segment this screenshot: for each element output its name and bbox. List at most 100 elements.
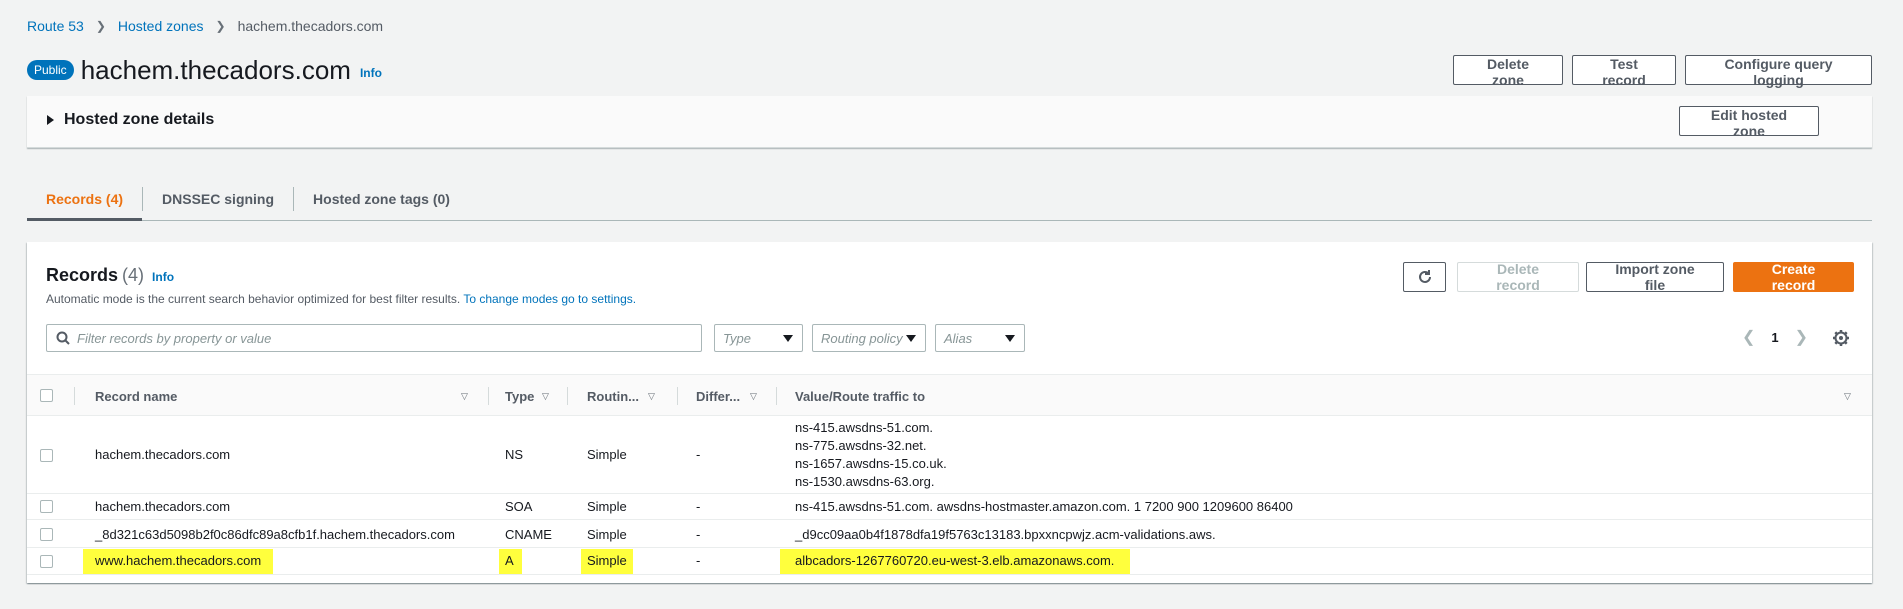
breadcrumb-current: hachem.thecadors.com xyxy=(237,18,384,34)
column-value[interactable]: Value/Route traffic to xyxy=(795,375,925,417)
column-routing[interactable]: Routin... xyxy=(587,375,639,417)
hosted-zone-details-panel: Hosted zone details Edit hosted zone xyxy=(27,96,1872,148)
records-title: Records xyxy=(46,265,119,285)
filter-box[interactable] xyxy=(46,324,702,352)
pagination: ❮ 1 ❯ xyxy=(1742,327,1808,347)
alias-select[interactable]: Alias xyxy=(935,324,1025,352)
records-description-text: Automatic mode is the current search beh… xyxy=(46,292,461,306)
tab-dnssec-label: DNSSEC signing xyxy=(162,190,275,207)
column-routing-label: Routin... xyxy=(587,388,639,404)
table-row[interactable]: hachem.thecadors.com NS Simple - ns-415.… xyxy=(27,417,1872,494)
table-header: Record name ▽ Type ▽ Routin... ▽ Differ.… xyxy=(27,374,1872,416)
record-routing: Simple xyxy=(581,549,633,574)
table-row[interactable]: www.hachem.thecadors.com A Simple - albc… xyxy=(27,549,1872,575)
record-value: ns-1530.awsdns-63.org. xyxy=(795,474,935,489)
previous-page-icon[interactable]: ❮ xyxy=(1742,327,1755,347)
column-divider xyxy=(567,387,568,405)
alias-select-label: Alias xyxy=(944,330,973,346)
record-name: www.hachem.thecadors.com xyxy=(83,549,274,574)
routing-select-label: Routing policy xyxy=(821,330,903,346)
search-icon xyxy=(56,331,70,345)
row-checkbox[interactable] xyxy=(40,500,53,513)
page-header: Public hachem.thecadors.com Info xyxy=(27,52,382,88)
tab-list: Records (4) DNSSEC signing Hosted zone t… xyxy=(27,178,1872,221)
configure-query-logging-button[interactable]: Configure query logging xyxy=(1685,55,1872,88)
table-row[interactable]: hachem.thecadors.com SOA Simple - ns-415… xyxy=(27,495,1872,520)
record-type: CNAME xyxy=(505,527,552,542)
sort-icon[interactable]: ▽ xyxy=(648,391,655,402)
breadcrumb-route53[interactable]: Route 53 xyxy=(27,18,84,34)
record-routing: Simple xyxy=(587,447,627,462)
next-page-icon[interactable]: ❯ xyxy=(1795,327,1808,347)
column-divider xyxy=(74,387,75,405)
public-badge: Public xyxy=(27,60,74,80)
tab-tags-label: Hosted zone tags (0) xyxy=(313,190,450,207)
column-type[interactable]: Type xyxy=(505,375,534,417)
record-routing: Simple xyxy=(587,499,627,514)
record-value: albcadors-1267760720.eu-west-3.elb.amazo… xyxy=(780,549,1131,574)
records-heading: Records (4) Info xyxy=(46,265,174,286)
chevron-right-icon: ❯ xyxy=(95,19,106,33)
record-value: ns-415.awsdns-51.com. awsdns-hostmaster.… xyxy=(795,499,1293,514)
type-select-label: Type xyxy=(723,330,751,346)
hosted-zone-details-title: Hosted zone details xyxy=(64,111,215,128)
caret-right-icon xyxy=(47,115,54,125)
record-differentiator: - xyxy=(696,447,701,462)
filter-input[interactable] xyxy=(77,330,677,346)
type-select[interactable]: Type xyxy=(714,324,803,352)
caret-down-icon xyxy=(906,335,916,342)
sort-icon[interactable]: ▽ xyxy=(750,391,757,402)
record-value: ns-1657.awsdns-15.co.uk. xyxy=(795,456,947,471)
refresh-icon xyxy=(1418,270,1431,283)
hosted-zone-details-toggle[interactable]: Hosted zone details xyxy=(47,111,214,129)
column-divider xyxy=(776,387,777,405)
sort-icon[interactable]: ▽ xyxy=(1844,391,1851,402)
column-record-name[interactable]: Record name xyxy=(95,375,177,417)
sort-icon[interactable]: ▽ xyxy=(542,391,549,402)
column-differentiator[interactable]: Differ... xyxy=(696,375,740,417)
routing-policy-select[interactable]: Routing policy xyxy=(812,324,926,352)
column-divider xyxy=(488,387,489,405)
settings-link[interactable]: To change modes go to settings. xyxy=(463,292,636,306)
gear-icon[interactable] xyxy=(1830,327,1852,349)
delete-zone-button[interactable]: Delete zone xyxy=(1453,55,1563,88)
record-name: hachem.thecadors.com xyxy=(95,499,231,514)
delete-record-button[interactable]: Delete record xyxy=(1457,261,1579,293)
edit-hosted-zone-button[interactable]: Edit hosted zone xyxy=(1679,106,1819,139)
record-value: ns-415.awsdns-51.com. xyxy=(795,420,934,435)
records-info-link[interactable]: Info xyxy=(152,270,174,284)
page-number[interactable]: 1 xyxy=(1771,330,1778,345)
create-record-button[interactable]: Create record xyxy=(1733,261,1854,293)
import-zone-file-button[interactable]: Import zone file xyxy=(1586,261,1724,293)
tab-hosted-zone-tags[interactable]: Hosted zone tags (0) xyxy=(294,177,469,220)
records-container: Records (4) Info Automatic mode is the cur… xyxy=(27,242,1872,583)
caret-down-icon xyxy=(783,335,793,342)
record-name: hachem.thecadors.com xyxy=(95,447,231,462)
record-values: ns-415.awsdns-51.com. ns-775.awsdns-32.n… xyxy=(795,419,947,491)
test-record-button[interactable]: Test record xyxy=(1572,55,1676,88)
tab-records[interactable]: Records (4) xyxy=(27,177,143,221)
caret-down-icon xyxy=(1005,335,1015,342)
record-type: SOA xyxy=(505,499,533,514)
tab-dnssec-signing[interactable]: DNSSEC signing xyxy=(143,177,293,220)
records-description: Automatic mode is the current search beh… xyxy=(46,292,636,306)
record-differentiator: - xyxy=(696,527,701,542)
refresh-button[interactable] xyxy=(1403,262,1446,292)
chevron-right-icon: ❯ xyxy=(215,19,226,33)
record-differentiator: - xyxy=(696,499,701,514)
record-type: NS xyxy=(505,447,524,462)
table-row[interactable]: _8d321c63d5098b2f0c86dfc89a8cfb1f.hachem… xyxy=(27,521,1872,548)
row-checkbox[interactable] xyxy=(40,555,53,568)
select-all-checkbox[interactable] xyxy=(40,389,53,402)
column-type-label: Type xyxy=(505,388,535,404)
column-differ-label: Differ... xyxy=(696,388,741,404)
row-checkbox[interactable] xyxy=(40,528,53,541)
info-link[interactable]: Info xyxy=(360,66,382,80)
record-type: A xyxy=(499,549,522,574)
column-record-name-label: Record name xyxy=(95,388,178,404)
sort-icon[interactable]: ▽ xyxy=(461,391,468,402)
record-name: _8d321c63d5098b2f0c86dfc89a8cfb1f.hachem… xyxy=(95,527,455,542)
column-value-label: Value/Route traffic to xyxy=(795,388,926,404)
row-checkbox[interactable] xyxy=(40,449,53,462)
breadcrumb-hosted-zones[interactable]: Hosted zones xyxy=(118,18,204,34)
